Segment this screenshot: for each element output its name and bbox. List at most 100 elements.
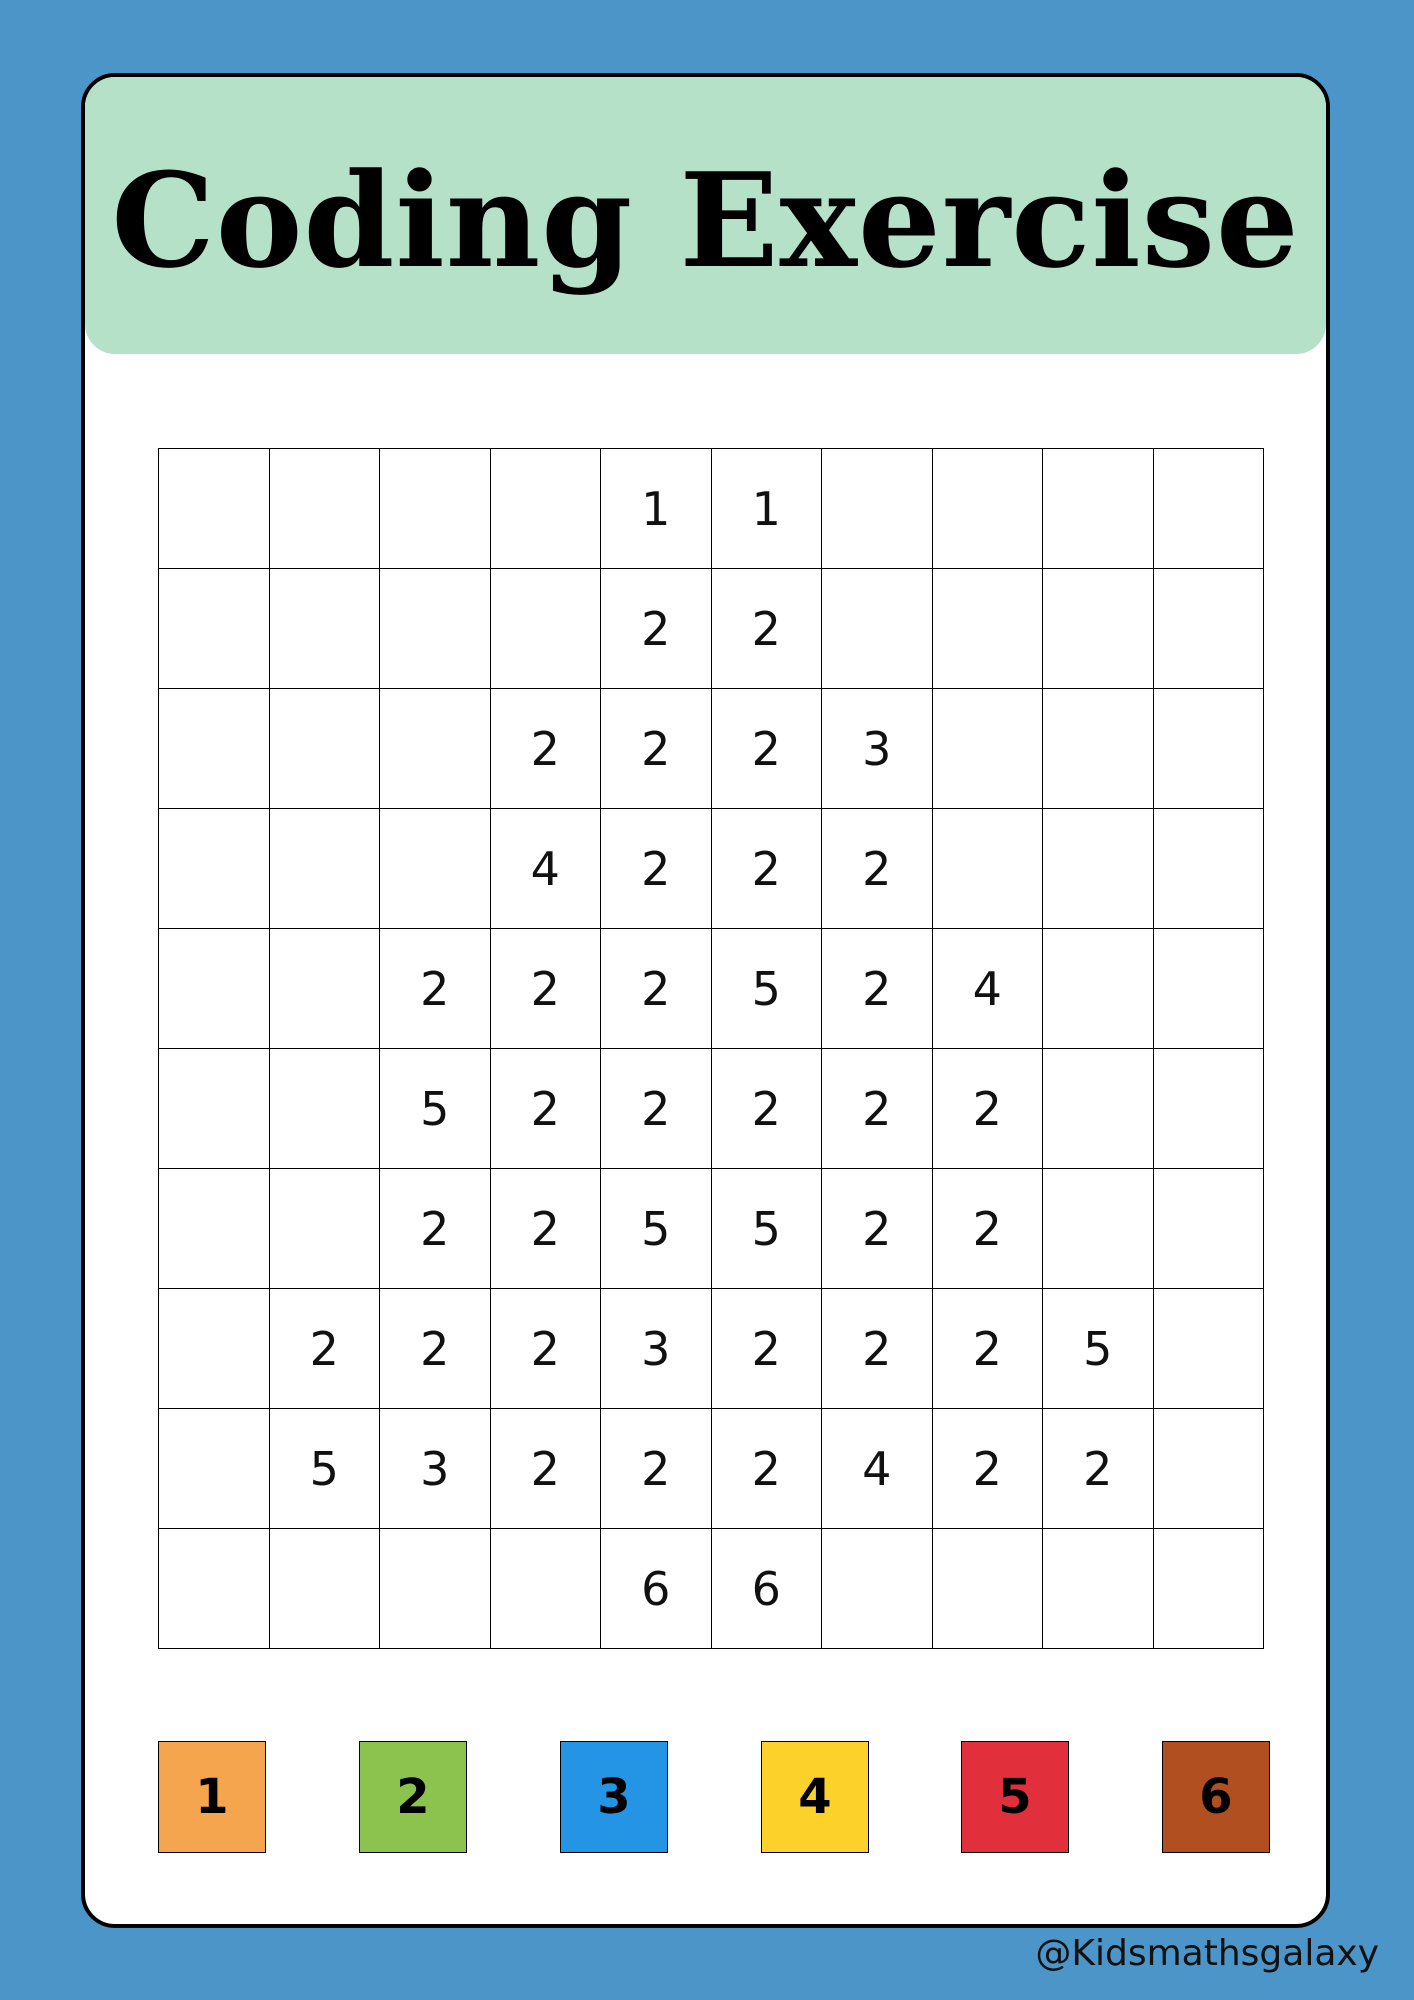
author-handle: @Kidsmathsgalaxy [1035, 1933, 1379, 1974]
grid-cell [822, 569, 933, 689]
grid-cell: 5 [601, 1169, 712, 1289]
legend-swatch-4: 4 [761, 1741, 869, 1853]
grid-cell [1153, 1049, 1264, 1169]
grid-cell: 2 [822, 1289, 933, 1409]
grid-cell: 3 [601, 1289, 712, 1409]
grid-cell: 2 [711, 1049, 822, 1169]
grid-cell [159, 809, 270, 929]
grid-cell [159, 1529, 270, 1649]
grid-cell: 2 [711, 809, 822, 929]
grid-cell [1043, 449, 1154, 569]
grid-cell: 2 [490, 1169, 601, 1289]
grid-cell [159, 449, 270, 569]
grid-cell [932, 569, 1043, 689]
grid-cell [269, 449, 380, 569]
grid-cell: 2 [822, 809, 933, 929]
grid-cell [380, 569, 491, 689]
legend-swatch-3: 3 [560, 1741, 668, 1853]
grid-cell: 2 [601, 1409, 712, 1529]
grid-cell [1043, 569, 1154, 689]
grid-cell: 5 [711, 1169, 822, 1289]
grid-cell: 3 [822, 689, 933, 809]
grid-cell: 2 [711, 689, 822, 809]
grid-cell [1153, 569, 1264, 689]
grid-cell: 2 [932, 1289, 1043, 1409]
grid-cell [932, 1529, 1043, 1649]
legend-swatch-2: 2 [359, 1741, 467, 1853]
grid-cell: 2 [601, 809, 712, 929]
grid-cell: 3 [380, 1409, 491, 1529]
grid-cell: 2 [490, 929, 601, 1049]
grid-cell: 2 [380, 1289, 491, 1409]
grid-cell: 2 [490, 1049, 601, 1169]
coding-grid: 1122222342222225245222222255222223222553… [158, 448, 1264, 1649]
page-title: Coding Exercise [111, 144, 1300, 297]
grid-cell [1043, 689, 1154, 809]
color-legend: 123456 [85, 1741, 1326, 1853]
grid-cell [159, 1409, 270, 1529]
grid-cell [490, 1529, 601, 1649]
grid-cell [1153, 689, 1264, 809]
grid-cell: 4 [932, 929, 1043, 1049]
grid-cell [269, 689, 380, 809]
legend-swatch-1: 1 [158, 1741, 266, 1853]
grid-cell: 2 [490, 1409, 601, 1529]
grid-cell [269, 929, 380, 1049]
grid-cell: 2 [490, 1289, 601, 1409]
grid-cell [380, 689, 491, 809]
grid-cell: 2 [822, 1169, 933, 1289]
grid-cell [1043, 809, 1154, 929]
grid-cell: 2 [711, 569, 822, 689]
grid-cell [380, 1529, 491, 1649]
grid-cell: 2 [490, 689, 601, 809]
grid-cell [159, 569, 270, 689]
grid-cell: 2 [380, 929, 491, 1049]
grid-cell [822, 449, 933, 569]
grid-cell: 1 [711, 449, 822, 569]
grid-cell: 6 [601, 1529, 712, 1649]
legend-swatch-6: 6 [1162, 1741, 1270, 1853]
grid-cell: 1 [601, 449, 712, 569]
grid-cell [1153, 1289, 1264, 1409]
grid-cell [822, 1529, 933, 1649]
grid-cell: 2 [822, 929, 933, 1049]
grid-cell [1043, 929, 1154, 1049]
grid-cell: 2 [269, 1289, 380, 1409]
grid-cell [1153, 809, 1264, 929]
worksheet-card: Coding Exercise 112222234222222524522222… [81, 73, 1330, 1928]
grid-cell [1043, 1529, 1154, 1649]
grid-cell [269, 1169, 380, 1289]
grid-cell [380, 449, 491, 569]
grid-cell: 2 [380, 1169, 491, 1289]
grid-cell [490, 449, 601, 569]
grid-cell: 4 [822, 1409, 933, 1529]
grid-cell: 4 [490, 809, 601, 929]
grid-cell [269, 1049, 380, 1169]
grid-cell: 6 [711, 1529, 822, 1649]
grid-cell [159, 1169, 270, 1289]
header-banner: Coding Exercise [85, 77, 1326, 354]
grid-cell [932, 449, 1043, 569]
grid-cell: 2 [711, 1289, 822, 1409]
grid-cell: 2 [1043, 1409, 1154, 1529]
grid-cell [159, 1289, 270, 1409]
grid-cell: 2 [601, 689, 712, 809]
grid-cell [490, 569, 601, 689]
grid-cell [1153, 1529, 1264, 1649]
grid-cell: 2 [601, 1049, 712, 1169]
grid-cell [1153, 929, 1264, 1049]
grid-cell: 5 [1043, 1289, 1154, 1409]
grid-cell [932, 689, 1043, 809]
legend-swatch-5: 5 [961, 1741, 1069, 1853]
grid-cell [932, 809, 1043, 929]
grid-cell [1043, 1049, 1154, 1169]
grid-cell: 2 [601, 569, 712, 689]
grid-cell: 2 [711, 1409, 822, 1529]
grid-cell: 5 [380, 1049, 491, 1169]
grid-cell [269, 569, 380, 689]
grid-cell [1153, 1169, 1264, 1289]
grid-cell: 2 [932, 1169, 1043, 1289]
grid-cell [159, 929, 270, 1049]
grid-cell [269, 809, 380, 929]
grid-cell [1043, 1169, 1154, 1289]
